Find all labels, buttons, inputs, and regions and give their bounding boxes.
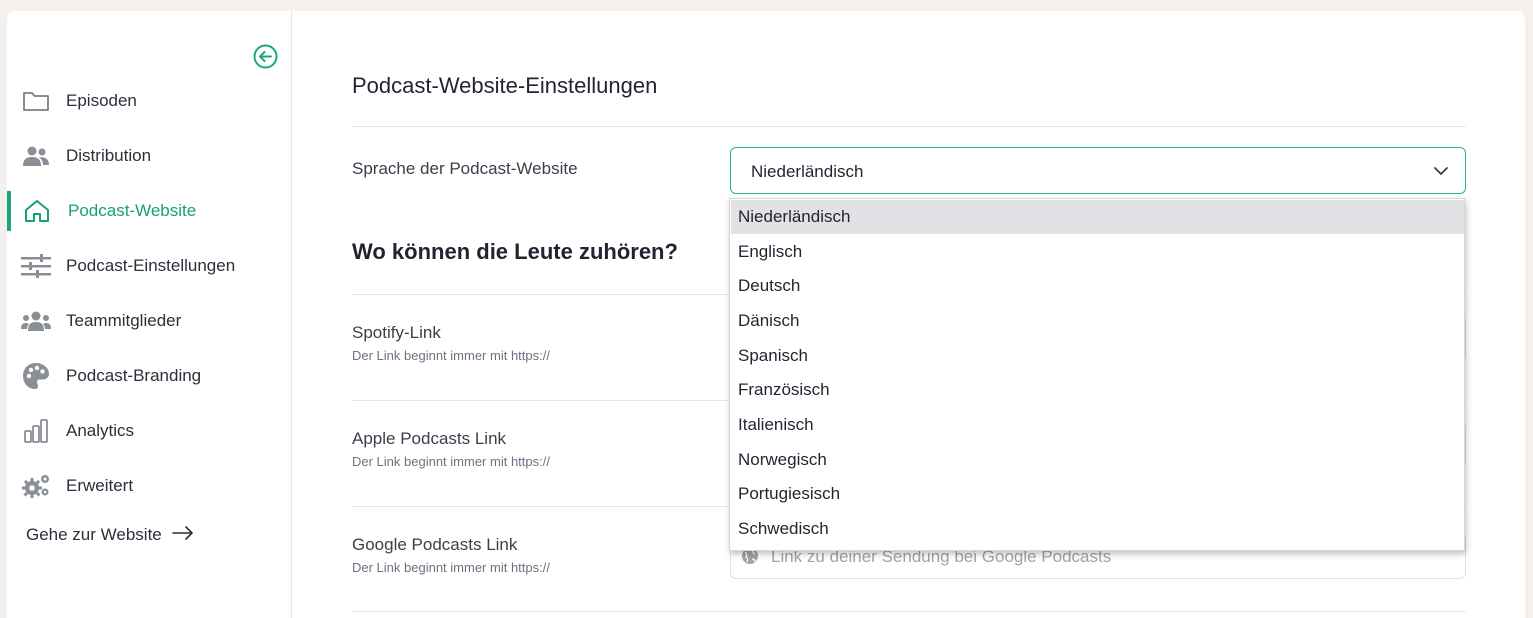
- language-dropdown-list: Niederländisch Englisch Deutsch Dänisch …: [729, 198, 1465, 551]
- spotify-link-label: Spotify-Link: [352, 323, 441, 342]
- dropdown-option[interactable]: Schwedisch: [731, 512, 1464, 546]
- arrow-right-icon: [171, 525, 194, 545]
- sidebar-item-label: Podcast-Branding: [66, 366, 202, 385]
- team-icon: [21, 309, 51, 333]
- folder-icon: [21, 89, 51, 113]
- sidebar-item-erweitert[interactable]: Erweitert: [7, 466, 291, 506]
- dropdown-option[interactable]: Niederländisch: [731, 200, 1464, 234]
- sidebar-item-label: Episoden: [66, 91, 137, 110]
- sidebar-item-label: Analytics: [66, 421, 135, 440]
- dropdown-option[interactable]: Norwegisch: [731, 443, 1464, 477]
- users-icon: [21, 144, 51, 168]
- app-card: Episoden Distribution Podcast-Website Po…: [7, 11, 1525, 618]
- sidebar-item-distribution[interactable]: Distribution: [7, 136, 291, 176]
- palette-icon: [21, 363, 51, 389]
- listen-section-title: Wo können die Leute zuhören?: [352, 239, 678, 264]
- sidebar-item-label: Teammitglieder: [66, 311, 182, 330]
- chevron-down-icon: [1433, 163, 1449, 184]
- language-select[interactable]: Niederländisch: [730, 147, 1466, 194]
- home-icon: [22, 199, 52, 223]
- page-title: Podcast-Website-Einstellungen: [352, 73, 658, 98]
- goto-website-label: Gehe zur Website: [26, 525, 162, 544]
- sidebar-item-analytics[interactable]: Analytics: [7, 411, 291, 451]
- sidebar-item-label: Podcast-Einstellungen: [66, 256, 236, 275]
- apple-podcasts-link-hint: Der Link beginnt immer mit https://: [352, 454, 550, 469]
- dropdown-option[interactable]: Französisch: [731, 373, 1464, 407]
- sidebar-item-label: Distribution: [66, 146, 152, 165]
- collapse-sidebar-icon[interactable]: [253, 44, 278, 69]
- language-label: Sprache der Podcast-Website: [352, 159, 578, 178]
- language-select-value: Niederländisch: [751, 162, 864, 181]
- divider: [352, 611, 1466, 612]
- sidebar-item-podcast-einstellungen[interactable]: Podcast-Einstellungen: [7, 246, 291, 286]
- sidebar-item-podcast-website[interactable]: Podcast-Website: [7, 191, 291, 231]
- main-content: Podcast-Website-Einstellungen Sprache de…: [292, 11, 1525, 618]
- dropdown-option[interactable]: Englisch: [731, 235, 1464, 269]
- dropdown-option[interactable]: Deutsch: [731, 269, 1464, 303]
- sidebar-item-label: Podcast-Website: [68, 201, 197, 220]
- sidebar-item-label: Erweitert: [66, 476, 134, 495]
- goto-website-link[interactable]: Gehe zur Website: [26, 525, 194, 545]
- gears-icon: [21, 474, 51, 498]
- dropdown-option[interactable]: Italienisch: [731, 408, 1464, 442]
- dropdown-option[interactable]: Portugiesisch: [731, 477, 1464, 511]
- bar-chart-icon: [21, 419, 51, 443]
- dropdown-option[interactable]: Spanisch: [731, 339, 1464, 373]
- divider: [352, 126, 1466, 127]
- dropdown-option[interactable]: Dänisch: [731, 304, 1464, 338]
- google-podcasts-link-hint: Der Link beginnt immer mit https://: [352, 560, 550, 575]
- sidebar-item-podcast-branding[interactable]: Podcast-Branding: [7, 356, 291, 396]
- sidebar: Episoden Distribution Podcast-Website Po…: [7, 11, 292, 618]
- spotify-link-hint: Der Link beginnt immer mit https://: [352, 348, 550, 363]
- sliders-icon: [21, 254, 51, 278]
- apple-podcasts-link-label: Apple Podcasts Link: [352, 429, 507, 448]
- sidebar-item-episoden[interactable]: Episoden: [7, 81, 291, 121]
- sidebar-item-teammitglieder[interactable]: Teammitglieder: [7, 301, 291, 341]
- google-podcasts-link-label: Google Podcasts Link: [352, 535, 518, 554]
